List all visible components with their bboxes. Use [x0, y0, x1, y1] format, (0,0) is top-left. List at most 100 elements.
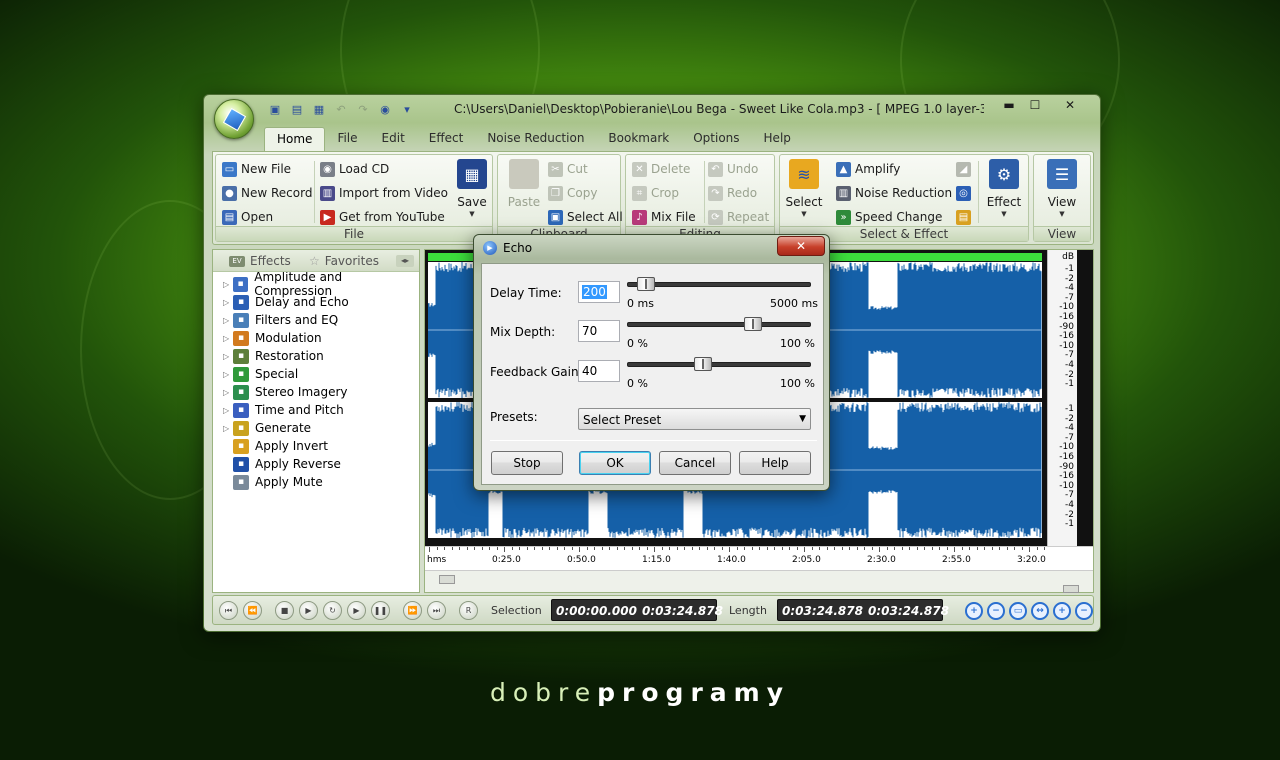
delete-button[interactable]: ✕ Delete — [632, 159, 690, 179]
fast-forward-icon[interactable]: ⏩ — [403, 601, 422, 620]
expand-arrow-icon[interactable]: ▷ — [223, 388, 233, 397]
expand-arrow-icon[interactable]: ▷ — [223, 424, 233, 433]
effect-tree-item[interactable]: ▷ ▪ Generate — [213, 419, 419, 437]
select-button[interactable]: ≋ Select ▼ — [784, 159, 824, 218]
pause-icon[interactable]: ❚❚ — [371, 601, 390, 620]
expand-arrow-icon[interactable]: ▷ — [223, 316, 233, 325]
dialog-close-button[interactable]: ✕ — [777, 236, 825, 256]
redo-button[interactable]: ↷ Redo — [708, 183, 757, 203]
record-button[interactable]: R — [459, 601, 478, 620]
effect-tree-item[interactable]: ▪ Apply Mute — [213, 473, 419, 491]
zoom-in-icon[interactable]: + — [965, 602, 983, 620]
feedback-gain-slider-thumb[interactable] — [694, 357, 713, 371]
expand-arrow-icon[interactable]: ▷ — [223, 334, 233, 343]
tab-favorites[interactable]: ☆ Favorites — [309, 254, 379, 268]
expand-arrow-icon[interactable]: ▷ — [223, 406, 233, 415]
select-all-button[interactable]: ▣ Select All — [548, 207, 623, 227]
zoom-vertical-out-icon[interactable]: − — [1075, 602, 1093, 620]
delay-time-input[interactable]: 200 — [578, 281, 620, 303]
noise-reduction-button[interactable]: ▥ Noise Reduction — [836, 183, 952, 203]
cd-icon[interactable]: ◉ — [376, 101, 394, 118]
mix-depth-slider[interactable] — [627, 317, 811, 331]
tab-help[interactable]: Help — [752, 127, 803, 151]
effect-tree-item[interactable]: ▷ ▪ Stereo Imagery — [213, 383, 419, 401]
effect-tree-item[interactable]: ▷ ▪ Amplitude and Compression — [213, 270, 419, 298]
expand-arrow-icon[interactable]: ▷ — [223, 370, 233, 379]
customize-qat-icon[interactable]: ▾ — [398, 101, 416, 118]
zoom-fit-icon[interactable]: ↔ — [1031, 602, 1049, 620]
help-button[interactable]: Help — [739, 451, 811, 475]
new-icon[interactable]: ▣ — [266, 101, 284, 118]
new-record-button[interactable]: ● New Record — [222, 183, 312, 203]
cancel-button[interactable]: Cancel — [659, 451, 731, 475]
loop-icon[interactable]: ↻ — [323, 601, 342, 620]
speed-change-button[interactable]: » Speed Change — [836, 207, 942, 227]
effect-tree-item[interactable]: ▷ ▪ Restoration — [213, 347, 419, 365]
selection-time-box[interactable]: 0:00:00.000 0:03:24.878 — [551, 599, 723, 621]
presets-select[interactable]: Select Preset ▼ — [578, 408, 811, 430]
mix-depth-slider-thumb[interactable] — [744, 317, 763, 331]
delay-time-slider-thumb[interactable] — [636, 277, 655, 291]
normalize-button[interactable]: ▤ — [956, 207, 971, 227]
tab-options[interactable]: Options — [681, 127, 751, 151]
import-video-button[interactable]: ▥ Import from Video — [320, 183, 448, 203]
tab-file[interactable]: File — [325, 127, 369, 151]
expand-arrow-icon[interactable]: ▷ — [223, 298, 233, 307]
tab-bookmark[interactable]: Bookmark — [596, 127, 681, 151]
effect-tree-item[interactable]: ▪ Apply Invert — [213, 437, 419, 455]
play-selection-icon[interactable]: ▶ — [347, 601, 366, 620]
mix-file-button[interactable]: ♪ Mix File — [632, 207, 696, 227]
tab-home[interactable]: Home — [264, 127, 326, 151]
effect-tree-item[interactable]: ▪ Apply Reverse — [213, 455, 419, 473]
rewind-icon[interactable]: ⏪ — [243, 601, 262, 620]
go-to-start-icon[interactable]: ⏮ — [219, 601, 238, 620]
feedback-gain-input[interactable]: 40 — [578, 360, 620, 382]
redo-icon[interactable]: ↷ — [354, 101, 372, 118]
delay-time-slider[interactable] — [627, 277, 811, 291]
tab-edit[interactable]: Edit — [370, 127, 417, 151]
zoom-selection-icon[interactable]: ▭ — [1009, 602, 1027, 620]
open-icon[interactable]: ▤ — [288, 101, 306, 118]
length-time-box[interactable]: 0:03:24.878 0:03:24.878 — [777, 599, 949, 621]
fade-button[interactable]: ◢ — [956, 159, 971, 179]
cut-button[interactable]: ✂ Cut — [548, 159, 588, 179]
ok-button[interactable]: OK — [579, 451, 651, 475]
get-youtube-button[interactable]: ▶ Get from YouTube — [320, 207, 445, 227]
panel-scroll-arrows-icon[interactable]: ◂▸ — [396, 255, 414, 267]
zoom-thumb[interactable] — [1063, 585, 1079, 593]
go-to-end-icon[interactable]: ⏭ — [427, 601, 446, 620]
amplify-button[interactable]: ▲ Amplify — [836, 159, 900, 179]
tab-noise-reduction[interactable]: Noise Reduction — [475, 127, 596, 151]
delay-effect-button[interactable]: ◎ — [956, 183, 971, 203]
close-window-button[interactable]: ✕ — [1048, 96, 1092, 114]
crop-button[interactable]: ⌗ Crop — [632, 183, 679, 203]
zoom-out-icon[interactable]: − — [987, 602, 1005, 620]
new-file-button[interactable]: ▭ New File — [222, 159, 291, 179]
undo-button[interactable]: ↶ Undo — [708, 159, 758, 179]
maximize-button[interactable]: ☐ — [1022, 96, 1048, 114]
tab-effect[interactable]: Effect — [417, 127, 476, 151]
repeat-button[interactable]: ⟳ Repeat — [708, 207, 769, 227]
effect-button[interactable]: ⚙ Effect ▼ — [984, 159, 1024, 218]
minimize-button[interactable]: ▬ — [996, 96, 1022, 114]
view-button[interactable]: ☰ View ▼ — [1042, 159, 1082, 218]
horizontal-scrollbar[interactable] — [425, 570, 1093, 593]
expand-arrow-icon[interactable]: ▷ — [223, 280, 233, 289]
paste-button[interactable]: Paste — [504, 159, 544, 209]
save-icon[interactable]: ▦ — [310, 101, 328, 118]
zoom-vertical-in-icon[interactable]: + — [1053, 602, 1071, 620]
copy-button[interactable]: ❐ Copy — [548, 183, 597, 203]
load-cd-button[interactable]: ◉ Load CD — [320, 159, 389, 179]
save-button[interactable]: ▦ Save ▼ — [452, 159, 492, 218]
app-menu-button[interactable] — [214, 99, 254, 139]
stop-icon[interactable]: ■ — [275, 601, 294, 620]
effect-tree-item[interactable]: ▷ ▪ Special — [213, 365, 419, 383]
scroll-thumb[interactable] — [439, 575, 455, 584]
feedback-gain-slider[interactable] — [627, 357, 811, 371]
effect-tree-item[interactable]: ▷ ▪ Modulation — [213, 329, 419, 347]
open-button[interactable]: ▤ Open — [222, 207, 273, 227]
expand-arrow-icon[interactable]: ▷ — [223, 352, 233, 361]
stop-button[interactable]: Stop — [491, 451, 563, 475]
effect-tree-item[interactable]: ▷ ▪ Filters and EQ — [213, 311, 419, 329]
play-icon[interactable]: ▶ — [299, 601, 318, 620]
